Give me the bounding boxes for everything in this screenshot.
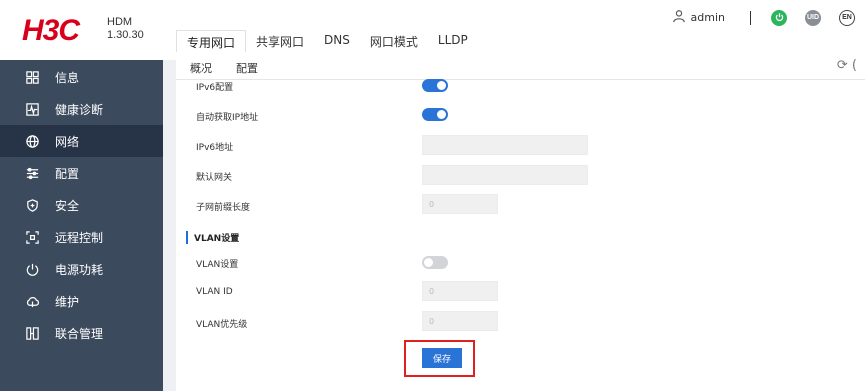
sidebar-item-config[interactable]: 配置 [0, 157, 163, 189]
sliders-icon [24, 165, 40, 181]
top-header: admin UID EN 专用网口 共享网口 DNS 网口模式 LLDP [163, 0, 865, 60]
sidebar-item-label: 安全 [55, 198, 80, 213]
sidebar: H3C HDM 1.30.30 信息 健康诊断 网络 配置 安全 远程控制 电源… [0, 0, 163, 391]
sidebar-item-security[interactable]: 安全 [0, 189, 163, 221]
sidebar-item-label: 健康诊断 [55, 102, 104, 117]
sidebar-nav: 信息 健康诊断 网络 配置 安全 远程控制 电源功耗 维护 联合管理 [0, 61, 163, 349]
vlan-setting-toggle[interactable] [422, 256, 448, 269]
auto-ip-toggle[interactable] [422, 108, 448, 121]
vlan-id-field[interactable]: 0 [422, 281, 498, 301]
tab-dns[interactable]: DNS [314, 30, 360, 52]
product-name: HDM [107, 16, 133, 28]
sidebar-item-maintain[interactable]: 维护 [0, 285, 163, 317]
brand-area: H3C HDM 1.30.30 [0, 0, 163, 60]
vlan-setting-label: VLAN设置 [196, 260, 239, 270]
product-version: 1.30.30 [107, 29, 144, 41]
vlan-id-label: VLAN ID [196, 287, 233, 297]
prefix-length-label: 子网前缀长度 [196, 203, 251, 213]
brand-logo: H3C [22, 14, 80, 47]
grid-icon [24, 69, 40, 85]
sidebar-item-label: 远程控制 [55, 230, 104, 245]
remote-icon [24, 229, 40, 245]
sidebar-item-label: 配置 [55, 166, 80, 181]
username[interactable]: admin [691, 11, 725, 24]
tab-dedicated-port[interactable]: 专用网口 [176, 30, 247, 52]
power-status-icon[interactable] [771, 9, 787, 26]
sidebar-item-network[interactable]: 网络 [0, 125, 163, 157]
language-button[interactable]: EN [839, 9, 855, 26]
sidebar-item-label: 电源功耗 [55, 262, 104, 277]
prefix-length-field[interactable]: 0 [422, 194, 498, 214]
sidebar-item-label: 网络 [55, 134, 80, 149]
gateway-label: 默认网关 [196, 173, 233, 183]
federation-icon [24, 325, 40, 341]
vlan-section-title: VLAN设置 [186, 231, 239, 244]
user-icon[interactable] [672, 9, 686, 26]
subtab-bar: 概况 配置 ⟳ ( [176, 52, 865, 83]
sidebar-item-label: 信息 [55, 70, 80, 85]
sidebar-item-info[interactable]: 信息 [0, 61, 163, 93]
subtab-overview[interactable]: 概况 [190, 60, 212, 76]
header-actions: admin UID EN [672, 9, 855, 26]
tab-shared-port[interactable]: 共享网口 [246, 30, 314, 52]
vlan-priority-field[interactable]: 0 [422, 311, 498, 331]
sidebar-item-health[interactable]: 健康诊断 [0, 93, 163, 125]
config-panel: IPv6配置 自动获取IP地址 IPv6地址 默认网关 子网前缀长度 0 VLA… [176, 79, 865, 391]
save-button[interactable]: 保存 [422, 348, 462, 368]
sidebar-item-federation[interactable]: 联合管理 [0, 317, 163, 349]
auto-ip-label: 自动获取IP地址 [196, 113, 259, 123]
divider [750, 10, 751, 25]
pulse-icon [24, 101, 40, 117]
uid-button[interactable]: UID [805, 9, 821, 26]
tab-bar: 专用网口 共享网口 DNS 网口模式 LLDP [176, 30, 478, 52]
gateway-field[interactable] [422, 165, 588, 185]
cloud-icon [24, 293, 40, 309]
ipv6-config-label: IPv6配置 [196, 83, 234, 93]
ipv6-config-toggle[interactable] [422, 79, 448, 92]
globe-icon [24, 133, 40, 149]
power-icon [24, 261, 40, 277]
sidebar-item-remote[interactable]: 远程控制 [0, 221, 163, 253]
tab-lldp[interactable]: LLDP [428, 30, 478, 52]
vlan-priority-label: VLAN优先级 [196, 320, 248, 330]
sidebar-item-label: 联合管理 [55, 326, 104, 341]
shield-icon [24, 197, 40, 213]
sidebar-item-power[interactable]: 电源功耗 [0, 253, 163, 285]
ipv6-address-label: IPv6地址 [196, 143, 234, 153]
sidebar-item-label: 维护 [55, 294, 80, 309]
ipv6-address-field[interactable] [422, 135, 588, 155]
tab-port-mode[interactable]: 网口模式 [360, 30, 428, 52]
refresh-icon[interactable]: ⟳ ( [837, 58, 857, 73]
